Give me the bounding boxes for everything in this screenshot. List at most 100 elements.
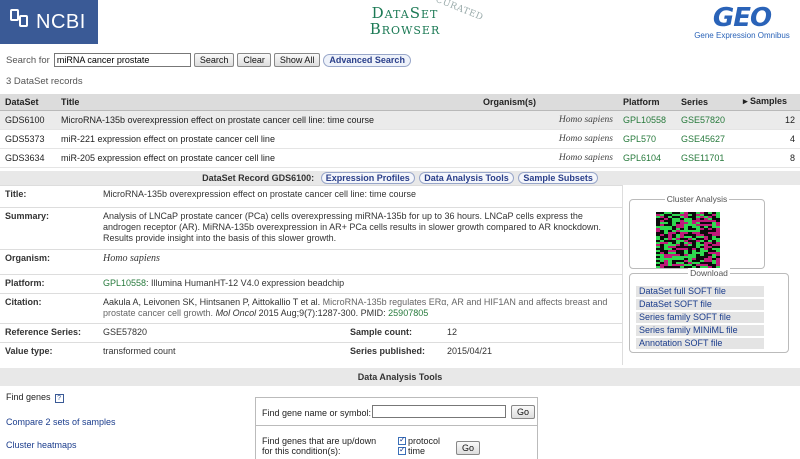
protocol-checkbox[interactable]	[398, 435, 406, 445]
cluster-analysis-box: Cluster Analysis	[629, 194, 765, 269]
col-header-title[interactable]: Title	[56, 94, 478, 111]
app-title-line2: Browser	[369, 20, 441, 38]
record-row-platform: Platform: GPL10558: Illumina HumanHT-12 …	[0, 274, 622, 293]
title-label: Title:	[5, 189, 27, 199]
record-row-summary: Summary: Analysis of LNCaP prostate canc…	[0, 207, 622, 249]
cell-dataset: GDS6100	[0, 110, 56, 130]
cell-platform-link[interactable]: GPL6104	[618, 148, 676, 168]
cell-title: MicroRNA-135b overexpression effect on p…	[56, 110, 478, 130]
cell-dataset: GDS5373	[0, 129, 56, 149]
search-bar: Search for Search Clear Show All Advance…	[6, 53, 411, 67]
reference-series-label: Reference Series:	[5, 327, 82, 337]
citation-authors: Aakula A, Leivonen SK, Hintsanen P, Aitt…	[103, 297, 323, 307]
cell-dataset: GDS3634	[0, 148, 56, 168]
title-value: MicroRNA-135b overexpression effect on p…	[103, 189, 416, 199]
expression-profiles-button[interactable]: Expression Profiles	[320, 172, 415, 184]
advanced-search-button[interactable]: Advanced Search	[323, 53, 411, 67]
cell-platform-link[interactable]: GPL10558	[618, 110, 676, 130]
col-header-samples[interactable]: ▸ Samples	[738, 94, 800, 111]
platform-value: GPL10558: Illumina HumanHT-12 V4.0 expre…	[103, 278, 618, 289]
series-published-label: Series published:	[350, 346, 426, 356]
gene-search-label: Find gene name or symbol:	[262, 408, 372, 418]
platform-label: Platform:	[5, 278, 45, 288]
help-icon[interactable]: ?	[54, 394, 64, 403]
dataset-browser-logo: DataSet Browser CURATED	[330, 0, 485, 38]
download-dataset-full-soft-link[interactable]: DataSet full SOFT file	[636, 286, 764, 297]
col-header-organism[interactable]: Organism(s)	[478, 94, 618, 111]
organism-label: Organism:	[5, 253, 51, 263]
table-row[interactable]: GDS5373 miR-221 expression effect on pro…	[0, 129, 800, 149]
compare-samples-link[interactable]: Compare 2 sets of samples	[6, 417, 116, 427]
download-dataset-soft-link[interactable]: DataSet SOFT file	[636, 299, 764, 310]
summary-value: Analysis of LNCaP prostate cancer (PCa) …	[103, 211, 601, 243]
sample-count-value: 12	[447, 327, 458, 337]
search-label: Search for	[6, 54, 50, 66]
sample-count-label: Sample count:	[350, 327, 413, 337]
geo-logo[interactable]: GEO Gene Expression Omnibus	[692, 3, 792, 40]
ncbi-logo[interactable]: NCBI	[0, 0, 98, 44]
geo-subtitle: Gene Expression Omnibus	[694, 31, 790, 40]
page-header: NCBI DataSet Browser CURATED GEO Gene Ex…	[0, 0, 800, 48]
panel-divider	[256, 425, 537, 426]
record-row-citation: Citation: Aakula A, Leivonen SK, Hintsan…	[0, 293, 622, 323]
sample-subsets-button[interactable]: Sample Subsets	[518, 172, 598, 184]
clear-button[interactable]: Clear	[237, 53, 271, 67]
platform-desc: : Illumina HumanHT-12 V4.0 expression be…	[146, 278, 345, 288]
record-row-reference-series: Reference Series: GSE57820 Sample count:…	[0, 323, 622, 342]
col-header-series[interactable]: Series	[676, 94, 738, 111]
cluster-heatmap-thumbnail[interactable]	[656, 212, 720, 268]
cell-platform-link[interactable]: GPL570	[618, 129, 676, 149]
summary-label: Summary:	[5, 211, 50, 221]
updown-label: Find genes that are up/down for this con…	[262, 436, 376, 456]
time-option[interactable]: time	[398, 445, 440, 456]
pmid-link[interactable]: 25907805	[388, 308, 428, 318]
table-row[interactable]: GDS3634 miR-205 expression effect on pro…	[0, 148, 800, 168]
cell-series-link[interactable]: GSE45627	[676, 129, 738, 149]
cell-samples: 12	[738, 110, 800, 130]
ncbi-mark-icon	[10, 9, 30, 35]
protocol-label: protocol	[408, 436, 441, 446]
cell-organism: Homo sapiens	[478, 110, 618, 130]
gene-search-input[interactable]	[372, 405, 506, 418]
col-header-platform[interactable]: Platform	[618, 94, 676, 111]
cell-organism: Homo sapiens	[478, 129, 618, 149]
data-analysis-tools-button[interactable]: Data Analysis Tools	[419, 172, 514, 184]
cell-title: miR-221 expression effect on prostate ca…	[56, 129, 478, 149]
record-heading: DataSet Record GDS6100:	[202, 173, 315, 183]
show-all-button[interactable]: Show All	[273, 53, 321, 67]
find-genes-label: Find genes	[6, 392, 51, 402]
updown-go-button[interactable]: Go	[456, 441, 481, 455]
record-row-organism: Organism: Homo sapiens	[0, 249, 622, 274]
find-genes-nav-item[interactable]: Find genes?	[6, 392, 64, 403]
cell-series-link[interactable]: GSE11701	[676, 148, 738, 168]
platform-link[interactable]: GPL10558	[103, 278, 146, 288]
cell-series-link[interactable]: GSE57820	[676, 110, 738, 130]
organism-link[interactable]: Homo sapiens	[103, 253, 618, 264]
citation-value: Aakula A, Leivonen SK, Hintsanen P, Aitt…	[103, 297, 618, 319]
col-header-dataset[interactable]: DataSet	[0, 94, 56, 111]
cluster-heatmaps-link[interactable]: Cluster heatmaps	[6, 440, 77, 450]
table-row[interactable]: GDS6100 MicroRNA-135b overexpression eff…	[0, 110, 800, 130]
download-box: Download DataSet full SOFT file DataSet …	[629, 268, 789, 353]
gene-search-go-button[interactable]: Go	[511, 405, 536, 419]
cell-organism: Homo sapiens	[478, 148, 618, 168]
table-header-row: DataSet Title Organism(s) Platform Serie…	[0, 94, 800, 111]
results-table: DataSet Title Organism(s) Platform Serie…	[0, 94, 800, 168]
cluster-analysis-title: Cluster Analysis	[664, 194, 730, 204]
download-series-family-miniml-link[interactable]: Series family MINiML file	[636, 325, 764, 336]
download-annotation-soft-link[interactable]: Annotation SOFT file	[636, 338, 764, 349]
geo-logo-mark: GEO	[712, 3, 772, 33]
value-type-label: Value type:	[5, 346, 53, 356]
time-checkbox[interactable]	[398, 445, 406, 455]
download-title: Download	[688, 268, 730, 278]
record-heading-bar: DataSet Record GDS6100: Expression Profi…	[0, 171, 800, 185]
record-row-value-type: Value type: transformed count Series pub…	[0, 342, 622, 361]
download-series-family-soft-link[interactable]: Series family SOFT file	[636, 312, 764, 323]
cell-title: miR-205 expression effect on prostate ca…	[56, 148, 478, 168]
record-side-panel: Cluster Analysis Download DataSet full S…	[622, 185, 800, 365]
updown-label-line1: Find genes that are up/down	[262, 436, 377, 446]
search-button[interactable]: Search	[193, 53, 235, 67]
citation-label: Citation:	[5, 297, 42, 307]
search-input[interactable]	[53, 53, 191, 67]
time-label: time	[408, 446, 426, 456]
